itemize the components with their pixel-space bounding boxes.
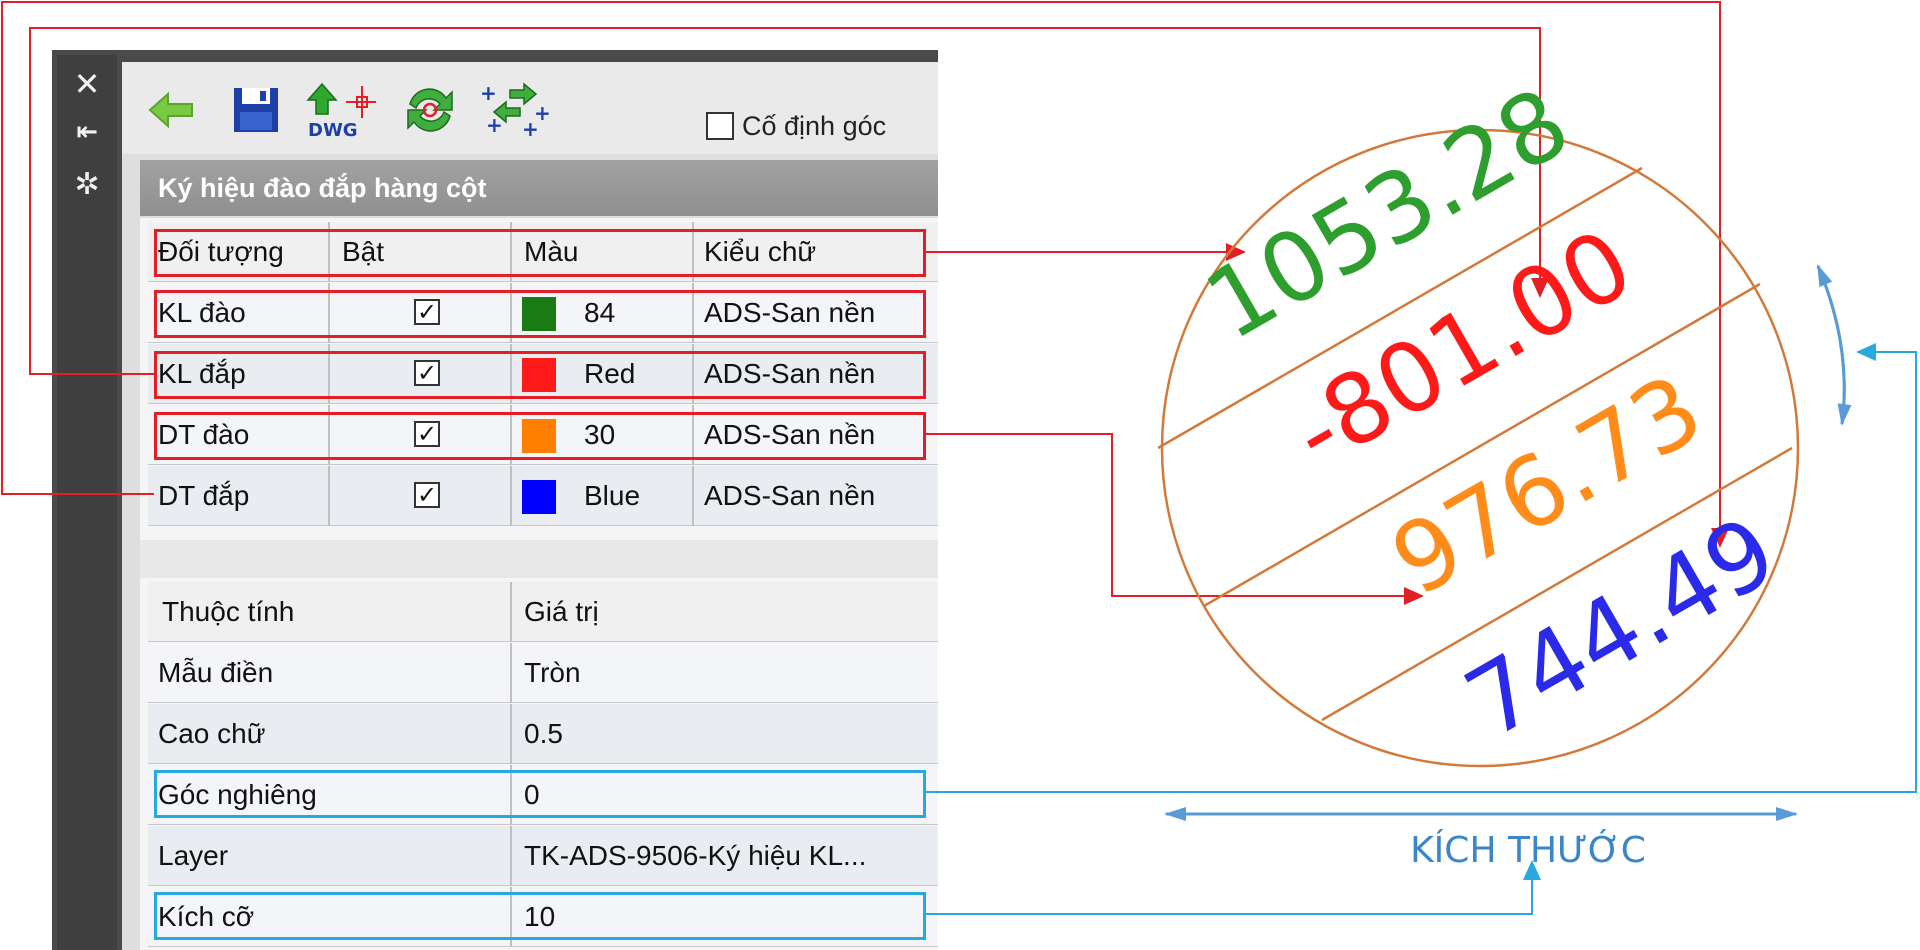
- size-label: KÍCH THƯỚC: [1410, 829, 1646, 871]
- callout-dt-dap: [1, 1, 1729, 548]
- symbol-diagram: 1053.28 -801.00 976.73 744.49 KÍCH THƯỚC: [1, 1, 1917, 915]
- tilt-arc-arrow: [1816, 264, 1846, 425]
